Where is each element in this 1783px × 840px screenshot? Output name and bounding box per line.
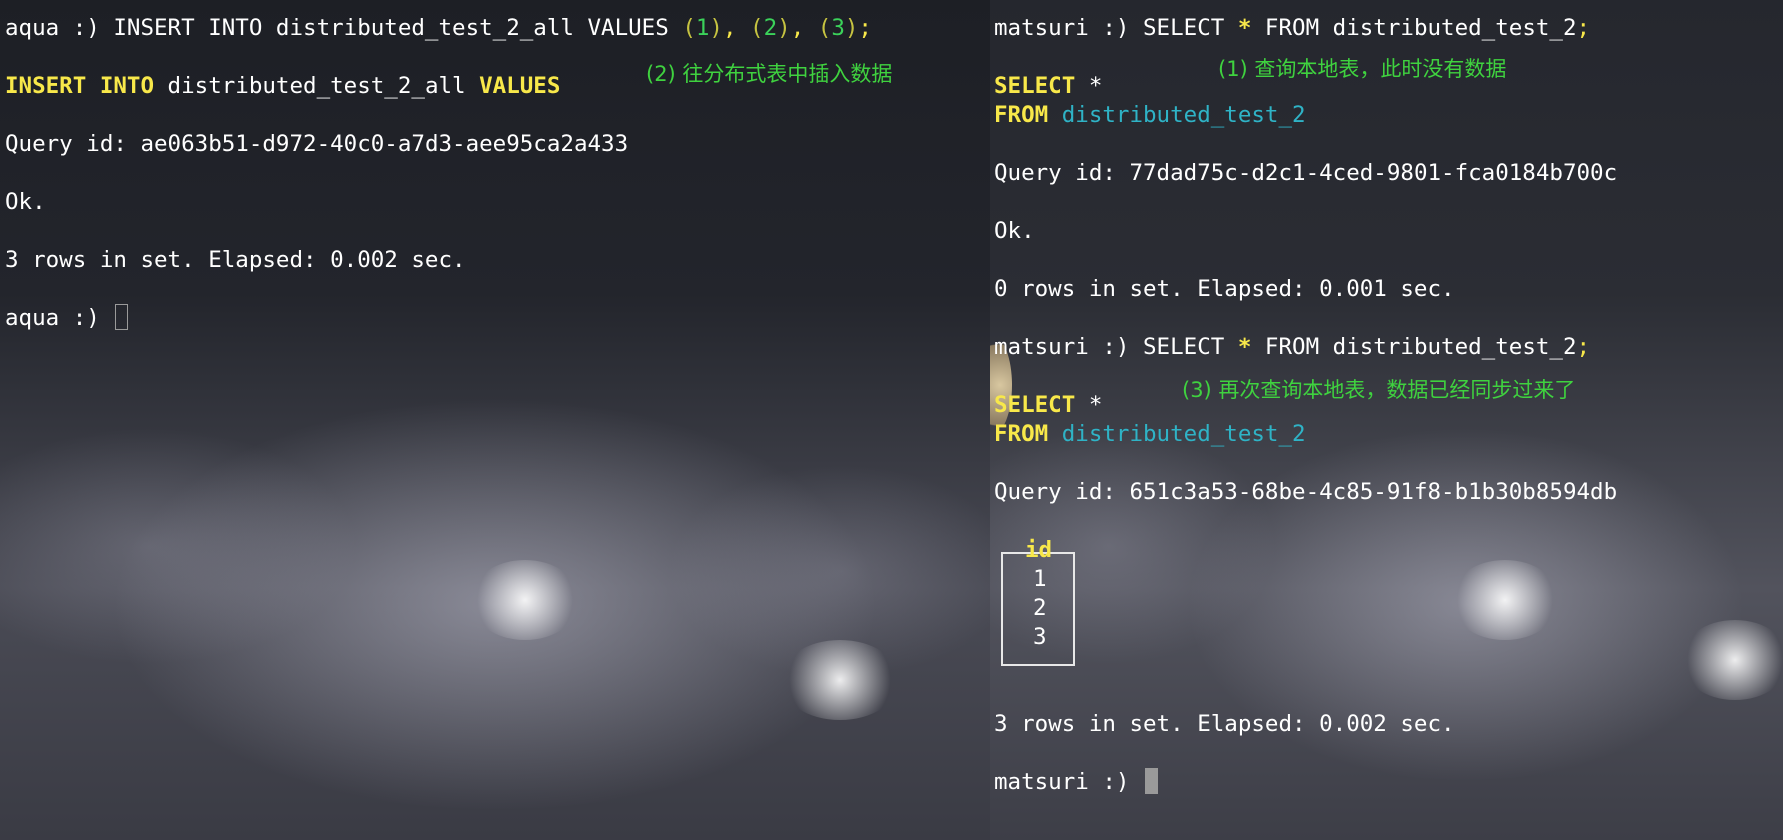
light-glow: [1450, 560, 1560, 640]
query-id: 651c3a53-68be-4c85-91f8-b1b30b8594db: [1129, 479, 1618, 505]
select-echo-line-2: SELECT *: [994, 392, 1103, 418]
query-id-line-2: Query id: 651c3a53-68be-4c85-91f8-b1b30b…: [994, 479, 1618, 505]
result-cell: 2: [1033, 595, 1047, 621]
result-cell: 1: [1033, 566, 1047, 592]
prompt: aqua :): [5, 15, 100, 41]
insert-command-line: aqua :) INSERT INTO distributed_test_2_a…: [5, 15, 872, 41]
prompt: aqua :): [5, 305, 100, 331]
annotation-step-2: (2) 往分布式表中插入数据: [646, 62, 893, 86]
select-command-line-2: matsuri :) SELECT * FROM distributed_tes…: [994, 334, 1591, 360]
result-cell: 3: [1033, 624, 1047, 650]
insert-echo-line: INSERT INTO distributed_test_2_all VALUE…: [5, 73, 561, 99]
status-line-2: 3 rows in set. Elapsed: 0.002 sec.: [994, 711, 1455, 737]
query-id-line: Query id: ae063b51-d972-40c0-a7d3-aee95c…: [5, 131, 629, 157]
annotation-step-3: (3) 再次查询本地表，数据已经同步过来了: [1182, 378, 1576, 402]
status-line-1: 0 rows in set. Elapsed: 0.001 sec.: [994, 276, 1455, 302]
prompt: matsuri :): [994, 15, 1130, 41]
select-command-line-1: matsuri :) SELECT * FROM distributed_tes…: [994, 15, 1591, 41]
ok-line: Ok.: [5, 189, 46, 215]
status-line: 3 rows in set. Elapsed: 0.002 sec.: [5, 247, 466, 273]
text-cursor: [1145, 768, 1159, 794]
left-terminal-pane[interactable]: aqua :) INSERT INTO distributed_test_2_a…: [0, 0, 990, 840]
prompt: matsuri :): [994, 769, 1130, 795]
from-echo-line-2: FROM distributed_test_2: [994, 421, 1306, 447]
prompt-line[interactable]: aqua :): [5, 304, 129, 333]
query-id: 77dad75c-d2c1-4ced-9801-fca0184b700c: [1129, 160, 1618, 186]
ok-line: Ok.: [994, 218, 1035, 244]
annotation-step-1: (1) 查询本地表，此时没有数据: [1218, 57, 1507, 81]
prompt-line[interactable]: matsuri :): [994, 768, 1159, 797]
select-echo-line-1: SELECT *: [994, 73, 1103, 99]
right-terminal-pane[interactable]: matsuri :) SELECT * FROM distributed_tes…: [990, 0, 1783, 840]
light-glow: [780, 640, 900, 720]
query-id: ae063b51-d972-40c0-a7d3-aee95ca2a433: [140, 131, 629, 157]
light-glow: [1680, 620, 1783, 700]
prompt: matsuri :): [994, 334, 1130, 360]
light-glow: [470, 560, 580, 640]
query-id-line-1: Query id: 77dad75c-d2c1-4ced-9801-fca018…: [994, 160, 1618, 186]
result-column-header: id: [1025, 537, 1053, 563]
from-echo-line-1: FROM distributed_test_2: [994, 102, 1306, 128]
text-cursor: [115, 304, 129, 330]
